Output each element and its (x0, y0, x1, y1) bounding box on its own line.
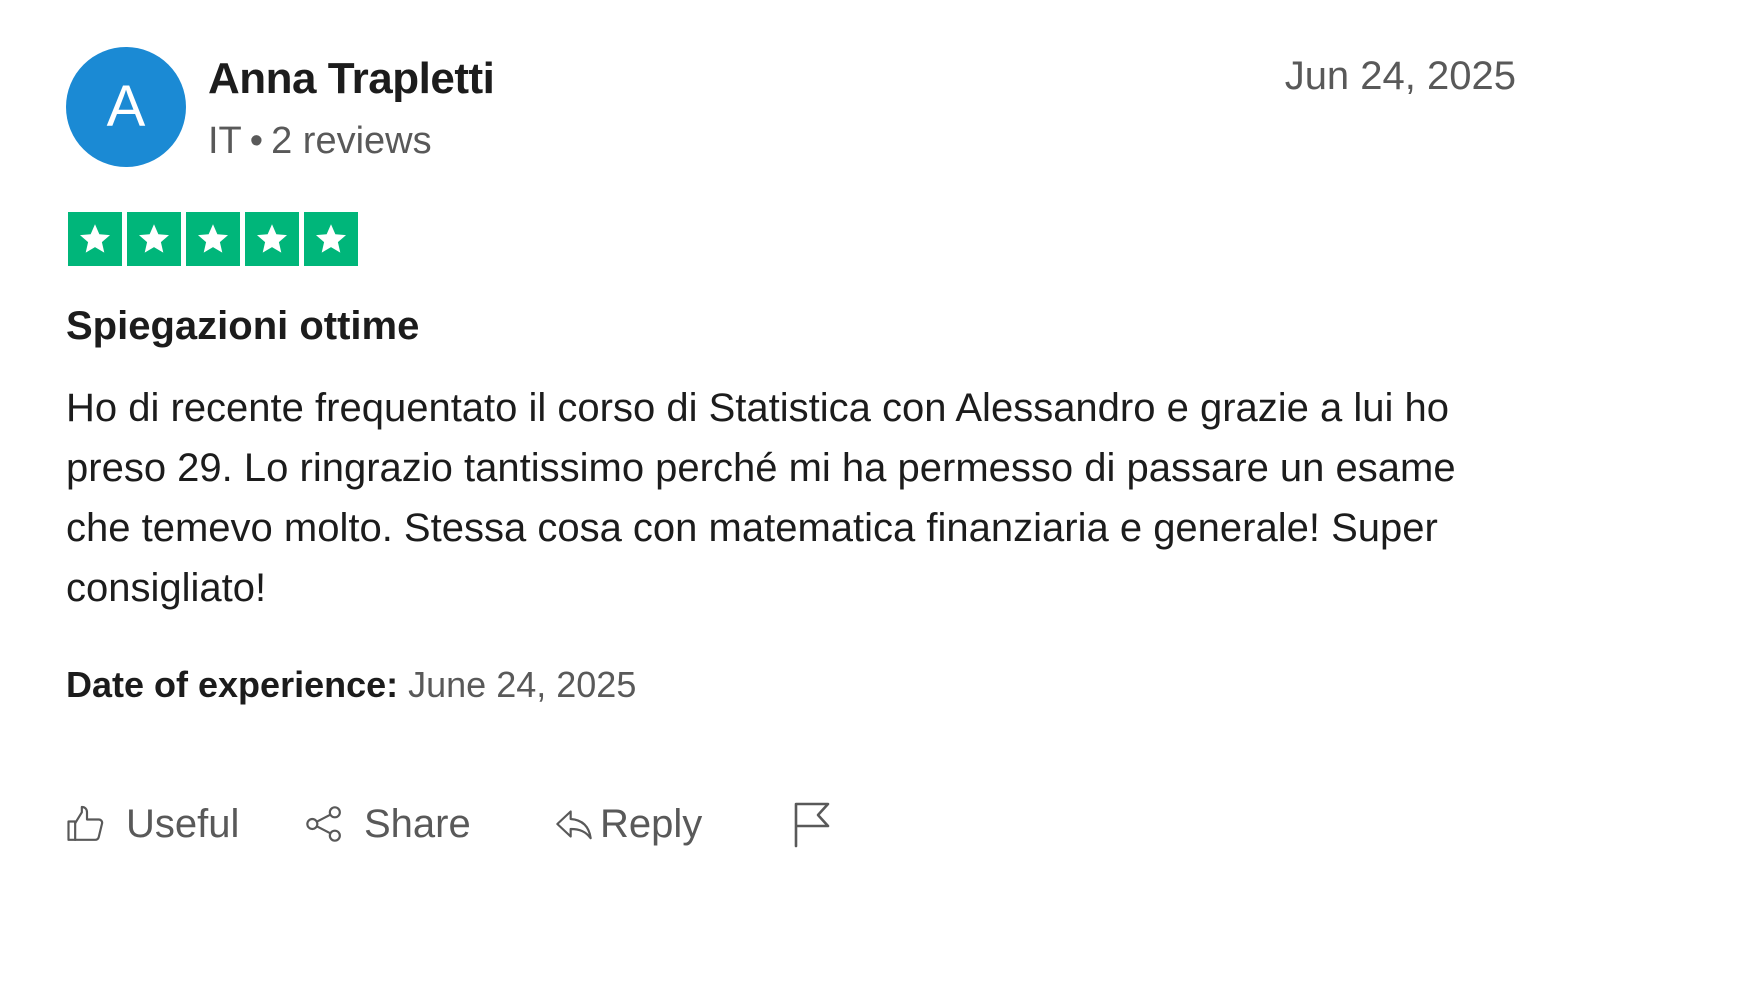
share-label: Share (364, 801, 471, 846)
report-button[interactable] (792, 796, 832, 852)
avatar[interactable]: A (66, 47, 186, 167)
review-title[interactable]: Spiegazioni ottime (66, 304, 419, 349)
review-card: A Anna Trapletti IT • 2 reviews Jun 24, 20… (0, 0, 1752, 986)
share-button[interactable]: Share (304, 796, 471, 852)
review-date: Jun 24, 2025 (1284, 54, 1516, 98)
reviewer-name[interactable]: Anna Trapletti (208, 54, 495, 104)
date-of-experience: Date of experience: June 24, 2025 (66, 664, 636, 706)
meta-separator: • (249, 120, 264, 162)
review-body: Ho di recente frequentato il corso di St… (66, 386, 1456, 610)
reviewer-country: IT (208, 120, 242, 162)
share-icon (306, 806, 341, 842)
flag-icon (794, 802, 830, 848)
star-icon (304, 212, 358, 266)
experience-date: June 24, 2025 (408, 664, 637, 705)
experience-label: Date of experience: (66, 664, 399, 705)
star-icon (186, 212, 240, 266)
star-icon (245, 212, 299, 266)
star-icon (127, 212, 181, 266)
reply-button[interactable]: Reply (554, 796, 702, 852)
useful-button[interactable]: Useful (66, 796, 239, 852)
reply-label: Reply (600, 801, 703, 846)
reviews-count: 2 reviews (271, 120, 432, 162)
avatar-initial: A (106, 74, 146, 139)
thumbs-up-icon (67, 805, 104, 841)
star-rating (68, 212, 358, 266)
reply-icon (556, 810, 592, 840)
useful-label: Useful (126, 801, 240, 846)
reviewer-meta: IT • 2 reviews (208, 120, 432, 163)
star-icon (68, 212, 122, 266)
